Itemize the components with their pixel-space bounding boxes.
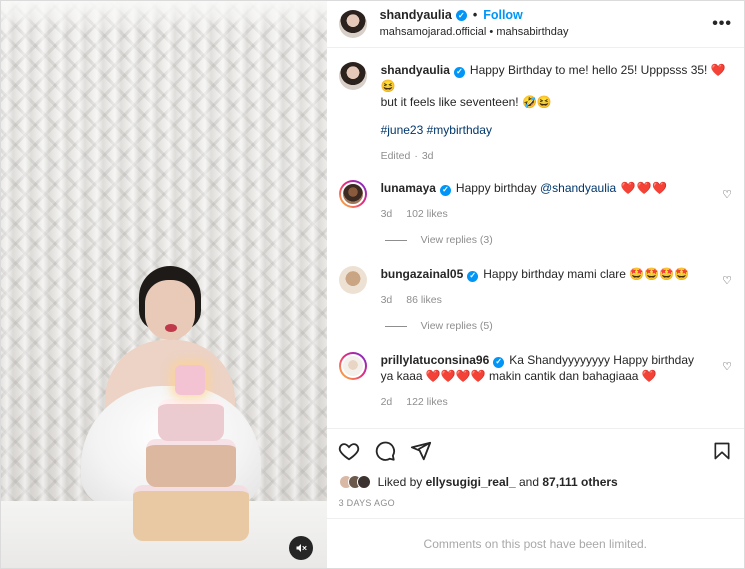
heart-icon[interactable] — [337, 439, 361, 463]
instagram-post-window: shandyaulia ✓ • Follow mahsamojarad.offi… — [0, 0, 745, 569]
bullet: · — [414, 150, 418, 162]
caption-text-line2: but it feels like seventeen! 🤣😆 — [380, 95, 552, 109]
bullet: • — [489, 26, 494, 38]
share-icon[interactable] — [409, 439, 433, 463]
comment-likes[interactable]: 122 likes — [406, 394, 447, 410]
liker-avatar — [356, 475, 371, 489]
verified-badge-icon: ✓ — [455, 10, 467, 21]
comments-limited-notice: Comments on this post have been limited. — [326, 518, 744, 568]
verified-badge-icon: ✓ — [493, 356, 505, 368]
avatar[interactable] — [338, 180, 367, 208]
follow-button[interactable]: Follow — [483, 7, 523, 24]
likes-count[interactable]: 87,111 others — [542, 475, 617, 489]
edited-label: Edited — [380, 150, 411, 162]
comment-emoji: ❤️❤️❤️ — [616, 181, 669, 195]
verified-badge-icon: ✓ — [467, 270, 479, 282]
collaborator-link[interactable]: mahsamojarad.official — [380, 26, 487, 38]
liked-by-user[interactable]: ellysugigi_real_ — [426, 475, 516, 489]
view-replies-button[interactable]: View replies (3) — [384, 234, 732, 246]
comment-text: Happy birthday — [455, 181, 540, 195]
comment-username[interactable]: lunamaya — [381, 181, 436, 195]
comment-time[interactable]: 3d — [381, 292, 393, 308]
comment-item: prillylatuconsina96 ✓ Ka Shandyyyyyyyy Hap… — [338, 352, 732, 410]
post-date[interactable]: 3 DAYS AGO — [327, 492, 744, 508]
verified-badge-icon: ✓ — [439, 184, 451, 196]
comment-username[interactable]: prillylatuconsina96 — [381, 353, 490, 367]
comment-time[interactable]: 2d — [381, 394, 393, 410]
post-video[interactable] — [1, 1, 327, 568]
comment-text: Happy birthday mami clare — [483, 267, 630, 281]
birthday-cake — [131, 365, 251, 541]
avatar[interactable] — [338, 10, 367, 38]
comment-likes[interactable]: 102 likes — [406, 206, 447, 222]
post-side-panel: shandyaulia ✓ • Follow mahsamojarad.offi… — [326, 1, 744, 568]
comment-username[interactable]: bungazainal05 — [381, 267, 464, 281]
post-actions-bar — [326, 428, 744, 472]
avatar[interactable] — [338, 62, 367, 90]
like-comment-heart-icon[interactable]: ♡ — [722, 360, 732, 373]
bookmark-icon[interactable] — [710, 439, 734, 463]
likes-prefix: Liked by — [377, 475, 426, 489]
comment-item: bungazainal05 ✓ Happy birthday mami clare … — [338, 266, 732, 308]
comment-emoji: 🤩🤩🤩🤩 — [629, 267, 690, 281]
avatar[interactable] — [338, 266, 367, 294]
bullet: • — [472, 8, 478, 22]
likes-middle: and — [515, 475, 543, 489]
comment-mention[interactable]: @shandyaulia — [540, 181, 616, 195]
caption-username[interactable]: shandyaulia — [381, 63, 450, 77]
verified-badge-icon: ✓ — [453, 66, 465, 78]
caption-time[interactable]: 3d — [422, 148, 434, 164]
author-username[interactable]: shandyaulia — [380, 7, 452, 24]
post-header: shandyaulia ✓ • Follow mahsamojarad.offi… — [326, 1, 744, 48]
caption-hashtags[interactable]: #june23 #mybirthday — [381, 122, 732, 138]
sound-off-icon[interactable] — [289, 536, 313, 560]
comment-likes[interactable]: 86 likes — [406, 292, 442, 308]
like-comment-heart-icon[interactable]: ♡ — [722, 274, 732, 287]
avatar[interactable] — [338, 352, 367, 380]
comment-item: lunamaya ✓ Happy birthday @shandyaulia ❤️❤… — [338, 180, 732, 222]
more-options-icon[interactable]: ••• — [712, 15, 732, 33]
likes-summary: Liked by ellysugigi_real_ and 87,111 oth… — [327, 472, 744, 492]
audio-link[interactable]: mahsabirthday — [496, 26, 568, 38]
caption: shandyaulia ✓ Happy Birthday to me! hello … — [338, 62, 732, 164]
comment-icon[interactable] — [373, 439, 397, 463]
cake-topper — [175, 365, 205, 395]
comment-time[interactable]: 3d — [381, 206, 393, 222]
view-replies-button[interactable]: View replies (5) — [384, 320, 732, 332]
comments-list[interactable]: shandyaulia ✓ Happy Birthday to me! hello … — [327, 48, 744, 428]
window-light — [1, 1, 327, 31]
like-comment-heart-icon[interactable]: ♡ — [722, 188, 732, 201]
